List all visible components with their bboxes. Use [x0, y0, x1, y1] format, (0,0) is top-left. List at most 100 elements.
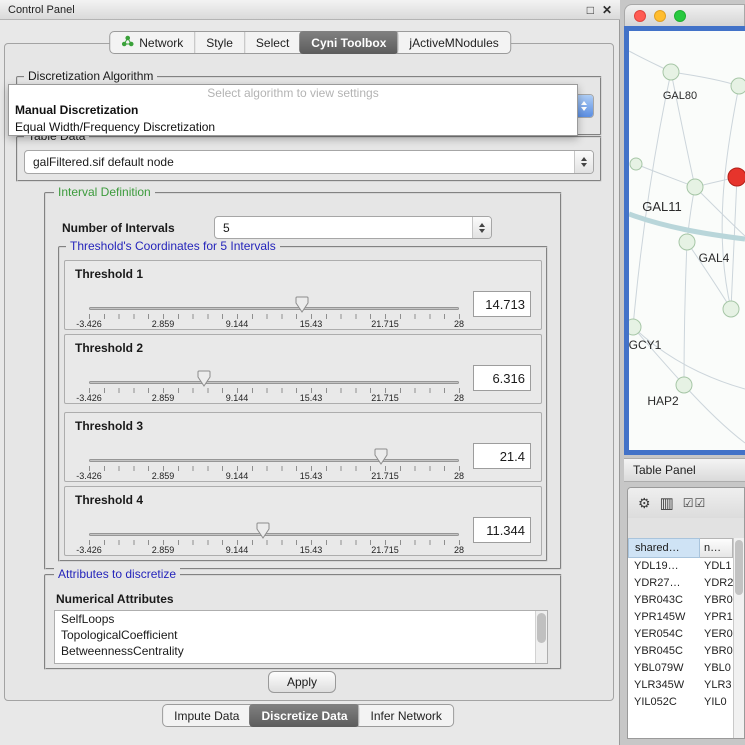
table-row[interactable]: YDR27…YDR2: [628, 575, 733, 592]
table-cell[interactable]: YLR3: [700, 677, 733, 694]
combo-arrows-icon[interactable]: [574, 151, 593, 173]
table-row[interactable]: YBR043CYBR0: [628, 592, 733, 609]
dropdown-prompt: Select algorithm to view settings: [9, 85, 577, 102]
threshold-value-field[interactable]: 6.316: [473, 365, 531, 391]
slider-thumb[interactable]: [256, 522, 270, 539]
network-node[interactable]: [629, 319, 641, 335]
dropdown-option-equal-width-frequency[interactable]: Equal Width/Frequency Discretization: [9, 119, 577, 136]
table-row[interactable]: YBL079WYBL0: [628, 660, 733, 677]
table-cell[interactable]: YIL052C: [628, 694, 700, 711]
network-node[interactable]: [687, 179, 703, 195]
table-cell[interactable]: YDL19…: [628, 558, 700, 575]
tab-network[interactable]: Network: [110, 32, 194, 53]
tab-impute-data[interactable]: Impute Data: [163, 705, 250, 726]
table-data-combobox[interactable]: galFiltered.sif default node: [24, 150, 594, 174]
tick-label: 28: [454, 393, 464, 403]
table-cell[interactable]: YDR2: [700, 575, 733, 592]
slider-track[interactable]: [89, 307, 459, 310]
numerical-attributes-list: SelfLoops TopologicalCoefficient Between…: [54, 610, 548, 664]
table-cell[interactable]: YLR345W: [628, 677, 700, 694]
zoom-traffic-light[interactable]: [674, 10, 686, 22]
minimize-traffic-light[interactable]: [654, 10, 666, 22]
tick-label: 28: [454, 471, 464, 481]
table-cell[interactable]: YBR045C: [628, 643, 700, 660]
threshold-value-field[interactable]: 11.344: [473, 517, 531, 543]
table-cell[interactable]: YER0: [700, 626, 733, 643]
table-cell[interactable]: YPR145W: [628, 609, 700, 626]
network-graph: GAL80 GAL11 GAL4 GCY1 HAP2: [629, 31, 745, 450]
slider-track[interactable]: [89, 381, 459, 384]
table-cell[interactable]: YBR0: [700, 592, 733, 609]
list-item[interactable]: BetweennessCentrality: [55, 643, 547, 659]
slider-thumb[interactable]: [295, 296, 309, 313]
numerical-attributes-label: Numerical Attributes: [56, 592, 174, 606]
scrollbar-thumb[interactable]: [735, 540, 743, 595]
tab-infer-network[interactable]: Infer Network: [359, 705, 453, 726]
column-header-shared-name[interactable]: shared…: [628, 538, 700, 558]
gear-icon[interactable]: ⚙: [638, 495, 651, 512]
dropdown-option-manual-discretization[interactable]: Manual Discretization: [9, 102, 577, 119]
table-cell[interactable]: YBR043C: [628, 592, 700, 609]
threshold-2-panel: Threshold 2 -3.426 2.859 9.144 15.43 21.…: [64, 334, 542, 404]
selected-red-node[interactable]: [728, 168, 745, 186]
table-row[interactable]: YDL19…YDL1: [628, 558, 733, 575]
control-panel-titlebar[interactable]: Control Panel □ ✕: [0, 0, 620, 20]
threshold-label: Threshold 4: [75, 493, 143, 507]
network-node[interactable]: [663, 64, 679, 80]
table-cell[interactable]: YBL0: [700, 660, 733, 677]
network-canvas[interactable]: GAL80 GAL11 GAL4 GCY1 HAP2: [629, 31, 745, 450]
table-cell[interactable]: YIL0: [700, 694, 733, 711]
network-node[interactable]: [723, 301, 739, 317]
close-window-icon[interactable]: ✕: [602, 3, 612, 17]
network-node[interactable]: [630, 158, 642, 170]
table-cell[interactable]: YER054C: [628, 626, 700, 643]
scrollbar-thumb[interactable]: [537, 613, 546, 643]
float-window-icon[interactable]: □: [587, 3, 594, 17]
tick-label: 9.144: [226, 545, 249, 555]
network-node[interactable]: [731, 78, 745, 94]
table-row[interactable]: YER054CYER0: [628, 626, 733, 643]
node-label: GAL4: [699, 251, 730, 265]
close-traffic-light[interactable]: [634, 10, 646, 22]
table-cell[interactable]: YDR27…: [628, 575, 700, 592]
list-scrollbar[interactable]: [535, 611, 547, 663]
table-row[interactable]: YBR045CYBR0: [628, 643, 733, 660]
select-none-checkbox-icon[interactable]: ☑: [695, 496, 707, 510]
table-panel-title: Table Panel: [633, 463, 696, 477]
select-all-checkbox-icon[interactable]: ☑: [683, 496, 695, 510]
tab-select[interactable]: Select: [244, 32, 300, 53]
slider-track[interactable]: [89, 459, 459, 462]
table-scrollbar[interactable]: [733, 538, 744, 738]
table-row[interactable]: YLR345WYLR3: [628, 677, 733, 694]
list-item[interactable]: TopologicalCoefficient: [55, 627, 547, 643]
table-cell[interactable]: YBL079W: [628, 660, 700, 677]
tab-style[interactable]: Style: [194, 32, 244, 53]
list-item[interactable]: SelfLoops: [55, 611, 547, 627]
tick-label: 2.859: [152, 319, 175, 329]
threshold-value-field[interactable]: 21.4: [473, 443, 531, 469]
tab-cyni-toolbox[interactable]: Cyni Toolbox: [299, 31, 398, 54]
table-cell[interactable]: YDL1: [700, 558, 733, 575]
network-window-titlebar[interactable]: [624, 4, 745, 26]
apply-button[interactable]: Apply: [268, 671, 336, 693]
table-row[interactable]: YIL052CYIL0: [628, 694, 733, 711]
network-node[interactable]: [676, 377, 692, 393]
number-of-intervals-combobox[interactable]: 5: [214, 216, 492, 239]
columns-icon[interactable]: ▥: [660, 494, 674, 512]
table-cell[interactable]: YBR0: [700, 643, 733, 660]
slider-track[interactable]: [89, 533, 459, 536]
threshold-value-field[interactable]: 14.713: [473, 291, 531, 317]
table-cell[interactable]: YPR1: [700, 609, 733, 626]
tick-label: 15.43: [300, 471, 323, 481]
tick-label: 15.43: [300, 393, 323, 403]
tab-discretize-data[interactable]: Discretize Data: [249, 704, 359, 727]
combo-arrows-icon[interactable]: [472, 217, 491, 238]
slider-thumb[interactable]: [374, 448, 388, 465]
tab-jactivemnodules[interactable]: jActiveMNodules: [397, 32, 509, 53]
column-header-name[interactable]: n…: [700, 538, 733, 558]
tab-label: Network: [139, 36, 183, 50]
slider-thumb[interactable]: [197, 370, 211, 387]
table-panel-header[interactable]: Table Panel: [624, 458, 745, 482]
table-row[interactable]: YPR145WYPR1: [628, 609, 733, 626]
network-node[interactable]: [679, 234, 695, 250]
